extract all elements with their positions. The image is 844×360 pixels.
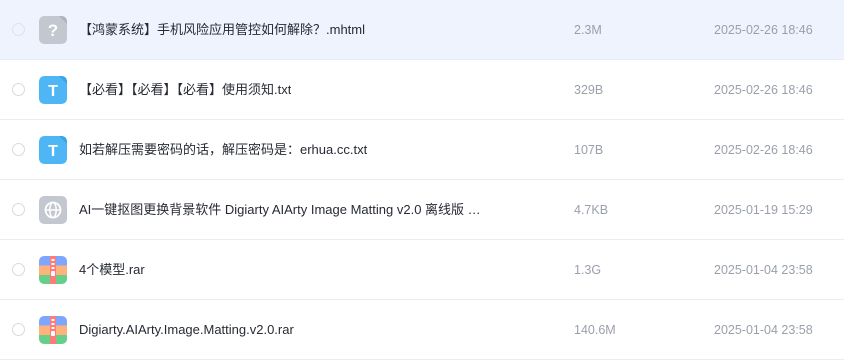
file-date: 2025-02-26 18:46	[714, 23, 813, 37]
archive-file-icon	[39, 316, 67, 344]
file-date: 2025-01-19 15:29	[714, 203, 813, 217]
file-name[interactable]: 【鸿蒙系统】手机风险应用管控如何解除？.mhtml	[79, 0, 365, 60]
file-row[interactable]: T 如若解压需要密码的话，解压密码是：erhua.cc.txt 107B 202…	[0, 120, 844, 180]
svg-text:?: ?	[48, 21, 58, 40]
file-row[interactable]: 4个模型.rar 1.3G 2025-01-04 23:58	[0, 240, 844, 300]
file-name[interactable]: 【必看】【必看】【必看】使用须知.txt	[79, 60, 291, 120]
row-checkbox[interactable]	[12, 263, 25, 276]
text-file-icon: T	[39, 76, 67, 104]
unknown-file-icon: ?	[39, 16, 67, 44]
file-size: 1.3G	[574, 263, 602, 277]
svg-text:T: T	[48, 83, 58, 100]
file-name[interactable]: AI一键抠图更换背景软件 Digiarty AIArty Image Matti…	[79, 180, 481, 240]
file-date: 2025-01-04 23:58	[714, 263, 813, 277]
row-checkbox[interactable]	[12, 83, 25, 96]
file-name[interactable]: 如若解压需要密码的话，解压密码是：erhua.cc.txt	[79, 120, 367, 180]
web-link-icon	[39, 196, 67, 224]
svg-text:T: T	[48, 143, 58, 160]
file-size: 140.6M	[574, 323, 616, 337]
row-checkbox[interactable]	[12, 143, 25, 156]
file-name[interactable]: 4个模型.rar	[79, 240, 145, 300]
file-size: 329B	[574, 83, 604, 97]
file-size: 2.3M	[574, 23, 602, 37]
file-date: 2025-02-26 18:46	[714, 143, 813, 157]
row-checkbox[interactable]	[12, 203, 25, 216]
file-row[interactable]: AI一键抠图更换背景软件 Digiarty AIArty Image Matti…	[0, 180, 844, 240]
file-row[interactable]: Digiarty.AIArty.Image.Matting.v2.0.rar 1…	[0, 300, 844, 360]
text-file-icon: T	[39, 136, 67, 164]
file-date: 2025-02-26 18:46	[714, 83, 813, 97]
file-date: 2025-01-04 23:58	[714, 323, 813, 337]
file-list: ? 【鸿蒙系统】手机风险应用管控如何解除？.mhtml 2.3M 2025-02…	[0, 0, 844, 360]
row-checkbox[interactable]	[12, 323, 25, 336]
file-name[interactable]: Digiarty.AIArty.Image.Matting.v2.0.rar	[79, 300, 294, 360]
file-size: 107B	[574, 143, 604, 157]
archive-file-icon	[39, 256, 67, 284]
file-size: 4.7KB	[574, 203, 609, 217]
file-row[interactable]: ? 【鸿蒙系统】手机风险应用管控如何解除？.mhtml 2.3M 2025-02…	[0, 0, 844, 60]
file-row[interactable]: T 【必看】【必看】【必看】使用须知.txt 329B 2025-02-26 1…	[0, 60, 844, 120]
row-checkbox[interactable]	[12, 23, 25, 36]
